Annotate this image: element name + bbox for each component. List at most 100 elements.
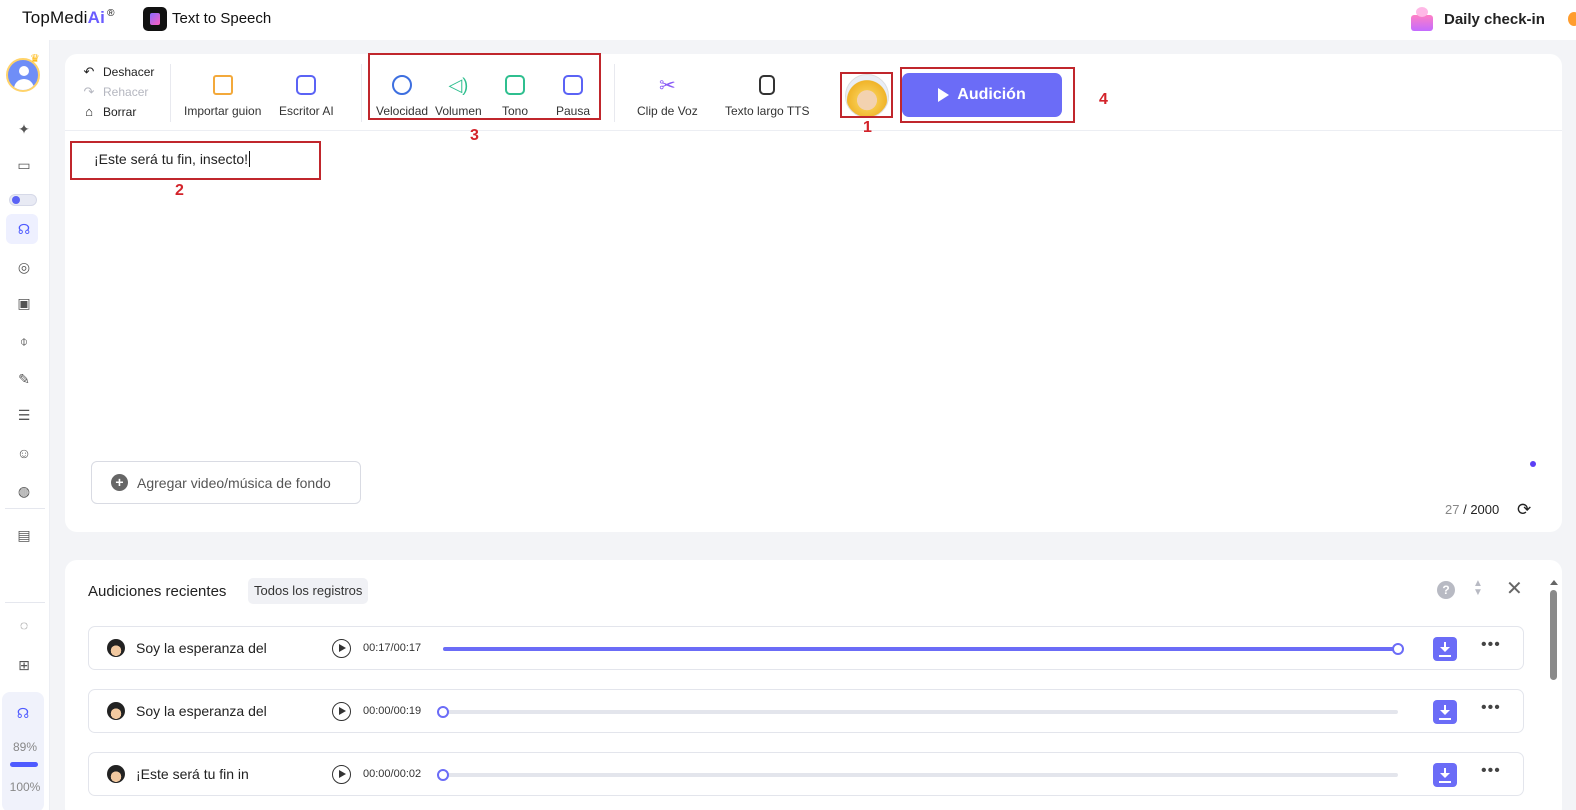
progress-track[interactable] [437,706,1398,718]
ai-writer-button[interactable]: Escritor AI [279,72,334,118]
usage-panel: ☊ 89% 100% [2,692,44,810]
mode-toggle[interactable] [9,194,37,206]
recent-audition-row[interactable]: Soy la esperanza del 00:17/00:17 ••• [88,626,1524,670]
undo-button[interactable]: ↶ Deshacer [82,64,155,80]
recent-auditions-panel: Audiciones recientes Todos los registros… [65,560,1562,810]
gift-icon [1408,5,1436,33]
play-button[interactable] [332,639,351,658]
daily-checkin-label: Daily check-in [1444,10,1545,28]
waveform-icon[interactable]: ◎ [13,256,35,278]
voice-avatar-small [107,639,125,657]
long-text-tts-button[interactable]: Texto largo TTS [725,72,809,118]
add-background-button[interactable]: + Agregar video/música de fondo [91,461,361,504]
daily-checkin-button[interactable]: Daily check-in [1408,5,1545,33]
microphone-icon[interactable]: ⌽ [13,330,35,352]
more-options-icon[interactable]: ••• [1481,699,1501,717]
redo-button[interactable]: ↷ Rehacer [82,84,149,100]
audition-time: 00:00/00:19 [363,705,422,717]
recent-audition-row[interactable]: Soy la esperanza del 00:00/00:19 ••• [88,689,1524,733]
editor-panel: ↶ Deshacer ↷ Rehacer ⌂ Borrar Importar guio… [65,54,1562,532]
play-button[interactable] [332,702,351,721]
toolbar-divider-line [65,130,1562,131]
download-icon [1439,781,1451,783]
character-counter: 27 / 2000 [1445,502,1499,517]
download-button[interactable] [1433,763,1457,787]
annotation-box-text [70,141,321,180]
progress-track[interactable] [437,769,1398,781]
progress-fill [443,647,1398,651]
scroll-up-arrow[interactable] [1550,580,1558,585]
document-icon[interactable]: ☰ [13,404,35,426]
annotation-number: 1 [863,119,872,136]
download-icon [1439,655,1451,657]
download-button[interactable] [1433,637,1457,661]
usage-bar [10,762,38,767]
voice-avatar-small [107,765,125,783]
globe-icon[interactable]: ◍ [13,480,35,502]
video-audio-icon[interactable]: ▣ [13,292,35,314]
clear-button[interactable]: ⌂ Borrar [82,104,136,119]
progress-knob[interactable] [437,769,449,781]
toolbar-divider [361,64,362,122]
more-options-icon[interactable]: ••• [1481,762,1501,780]
sidebar: ♛ ✦ ▭ ☊ ◎ ▣ ⌽ ✎ ☰ ☺ ◍ ▤ ◌ ⊞ ☊ 89% 100% [0,40,50,810]
audition-title: ¡Este será tu fin in [136,766,249,782]
clear-label: Borrar [103,104,137,119]
download-button[interactable] [1433,700,1457,724]
progress-knob[interactable] [1392,643,1404,655]
sparkle-icon[interactable]: ✦ [13,118,35,140]
expand-collapse-icon[interactable]: ▲ ▼ [1473,579,1483,598]
tts-icon[interactable]: ☊ [13,218,35,240]
help-icon[interactable]: ? [1437,581,1455,599]
play-button[interactable] [332,765,351,784]
pen-icon[interactable]: ✎ [13,368,35,390]
ai-writer-icon [293,72,319,98]
trash-icon: ⌂ [85,104,93,119]
annotation-number: 3 [470,127,479,144]
scrollbar[interactable] [1549,580,1558,810]
progress-track[interactable] [443,643,1404,655]
close-icon[interactable]: ✕ [1506,579,1523,599]
recent-audition-row[interactable]: ¡Este será tu fin in 00:00/00:02 ••• [88,752,1524,796]
status-dot [1530,461,1536,467]
folder-icon[interactable]: ▭ [13,154,35,176]
audition-time: 00:00/00:02 [363,768,422,780]
refresh-icon[interactable]: ⟳ [1517,500,1531,520]
voice-clone-icon[interactable]: ☺ [13,442,35,464]
char-limit: 2000 [1470,502,1500,517]
briefcase-icon[interactable]: ▤ [13,524,35,546]
chat-icon[interactable]: ◌ [13,614,35,636]
download-icon [1439,718,1451,720]
sidebar-divider [5,508,45,509]
redo-label: Rehacer [103,85,149,99]
audition-time: 00:17/00:17 [363,642,422,654]
folder-upload-icon [210,72,236,98]
tts-app-icon [143,7,167,31]
notification-dot[interactable] [1568,12,1576,26]
ai-writer-label: Escritor AI [279,104,334,118]
import-script-button[interactable]: Importar guion [184,72,261,118]
top-bar: TopMediAi ® Text to Speech Daily check-in [0,0,1576,40]
redo-icon: ↷ [83,84,95,99]
toolbar-divider [170,64,171,122]
import-script-label: Importar guion [184,104,262,118]
brand-ai: Ai [87,8,106,27]
more-options-icon[interactable]: ••• [1481,636,1501,654]
scissors-icon: ✂ [658,74,676,97]
progress-knob[interactable] [437,706,449,718]
undo-icon: ↶ [83,64,95,79]
toolbar-divider [614,64,615,122]
annotation-box-audition [900,67,1075,123]
brand-name: TopMedi [22,8,88,27]
scroll-thumb[interactable] [1550,590,1557,680]
usage-percent: 89% [12,740,38,754]
app-title: Text to Speech [172,10,272,27]
apps-grid-icon[interactable]: ⊞ [13,654,35,676]
recent-auditions-title: Audiciones recientes [88,583,227,600]
tts-usage-icon: ☊ [16,704,30,721]
brand-logo[interactable]: TopMediAi ® [22,8,115,28]
all-records-button[interactable]: Todos los registros [248,578,369,604]
long-text-icon [754,72,780,98]
sidebar-divider [5,602,45,603]
voice-clip-button[interactable]: ✂ Clip de Voz [637,72,698,119]
